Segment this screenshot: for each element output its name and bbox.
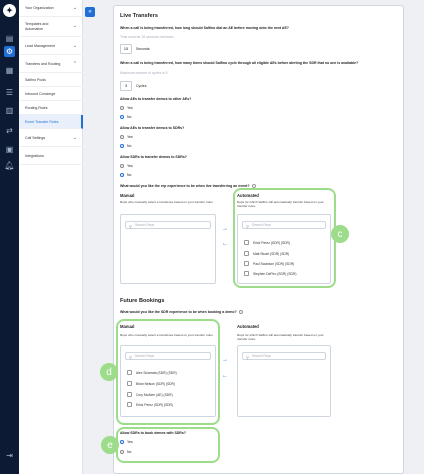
table-icon[interactable]: ▣: [4, 144, 15, 155]
cycle-count-unit: Cycles: [136, 84, 147, 88]
search-placeholder: Search Reps: [252, 354, 272, 358]
sidebar-item-label: Salfino Pools: [25, 77, 46, 82]
sidebar-item-routing-rules[interactable]: Routing Rules: [19, 101, 83, 115]
sidebar-item-salfino-pools[interactable]: Salfino Pools: [19, 73, 83, 87]
settings-sidebar: Your Organization ⌄ Templates and Automa…: [19, 0, 83, 474]
sidebar-item-call-settings[interactable]: Call Settings ⌄: [19, 129, 83, 147]
sidebar-item-event-transfer-rules[interactable]: Event Transfer Rules: [19, 115, 83, 129]
fb-automated-column-title: Automated: [237, 324, 259, 329]
move-left-arrow-icon[interactable]: ←: [222, 241, 228, 247]
radio-circle: [120, 173, 124, 177]
notification-bell-icon[interactable]: 🔔︎: [4, 160, 15, 171]
sidebar-item-label: Lead Management: [25, 43, 55, 48]
ae-to-sdr-yes-radio[interactable]: Yes: [120, 135, 133, 139]
search-icon: ⚲: [129, 223, 132, 229]
callout-badge-d: d: [100, 363, 118, 381]
list-icon[interactable]: ☰: [4, 87, 15, 98]
dial-time-hint: Time must be 15 seconds minimum: [120, 35, 174, 39]
fb-automated-column-desc: Reps for which Salfino will automaticall…: [237, 333, 324, 341]
move-right-arrow-icon[interactable]: →: [222, 226, 228, 232]
highlight-ring-c: [233, 188, 336, 288]
calendar-icon[interactable]: ▦: [4, 65, 15, 76]
callout-badge-e: e: [101, 436, 119, 454]
sidebar-item-your-organization[interactable]: Your Organization ⌄: [19, 0, 83, 17]
sidebar-item-transfers-routing[interactable]: Transfers and Routing ⌃: [19, 55, 83, 73]
logout-icon[interactable]: ⇥: [4, 450, 15, 461]
settings-icon[interactable]: ⚙: [4, 46, 15, 57]
sdr-to-sdr-yes-radio[interactable]: Yes: [120, 164, 133, 168]
sidebar-item-inbound-concierge[interactable]: Inbound Concierge: [19, 87, 83, 101]
chevron-up-icon: ⌃: [72, 60, 77, 67]
sidebar-item-label: Call Settings: [25, 135, 46, 140]
double-arrow-icon: «: [88, 9, 92, 15]
chevron-down-icon: ⌄: [72, 5, 77, 11]
sidebar-item-label: Templates and Automation: [25, 22, 49, 31]
radio-label: Yes: [127, 135, 133, 139]
chevron-down-icon: ⌄: [72, 23, 77, 30]
radio-label: No: [127, 144, 132, 148]
info-icon[interactable]: [238, 310, 243, 315]
radio-label: No: [127, 115, 132, 119]
question-cycle-count: When a call is being transferred, how ma…: [120, 61, 359, 65]
search-icon: ⚲: [246, 354, 249, 360]
radio-label: Yes: [127, 106, 133, 110]
app-logo-icon[interactable]: ✦: [3, 4, 16, 17]
manual-column-desc: Reps who manually select a transferee ba…: [120, 200, 214, 204]
sidebar-item-label: Routing Rules: [25, 105, 48, 110]
sidebar-item-label: Inbound Concierge: [25, 91, 56, 96]
icon-rail: ✦ ▤ ⚙ ▦ ☰ ▥ ⇄ ▣ 🔔︎ ⇥: [0, 0, 19, 474]
question-dial-time: When a call is being transferred, how lo…: [120, 26, 289, 30]
dial-time-unit: Seconds: [136, 47, 150, 51]
ae-to-sdr-no-radio[interactable]: No: [120, 144, 131, 148]
question-ae-to-ae: Allow AEs to transfer demos to other AEs…: [120, 97, 192, 101]
radio-label: Yes: [127, 164, 133, 168]
callout-badge-c: c: [331, 225, 349, 243]
cycle-count-input[interactable]: 3: [120, 81, 132, 91]
question-sdr-experience: What would you like the SDR experience t…: [120, 310, 243, 315]
collapse-sidebar-button[interactable]: «: [85, 7, 95, 17]
cycle-count-hint: Maximum number of cycles is 5: [120, 71, 168, 75]
sidebar-item-label: Your Organization: [25, 6, 54, 10]
fb-move-left-arrow-icon[interactable]: ←: [222, 373, 228, 379]
question-ae-to-sdr: Allow AEs to transfer demos to SDRs?: [120, 126, 185, 130]
question-sdr-to-sdr: Allow SDRs to transfer demos to SDRs?: [120, 155, 187, 159]
highlight-ring-e: [116, 427, 220, 463]
fb-move-right-arrow-icon[interactable]: →: [222, 357, 228, 363]
search-placeholder: Search Reps: [135, 223, 155, 227]
live-transfers-title: Live Transfers: [120, 13, 158, 19]
radio-circle: [120, 115, 124, 119]
transfer-icon[interactable]: ⇄: [4, 125, 15, 136]
future-bookings-title: Future Bookings: [120, 298, 165, 304]
radio-circle: [120, 106, 124, 110]
dial-time-input[interactable]: 15: [120, 44, 132, 54]
ae-to-ae-no-radio[interactable]: No: [120, 115, 131, 119]
sidebar-item-lead-management[interactable]: Lead Management ⌄: [19, 37, 83, 55]
sidebar-item-label: Integrations: [25, 153, 44, 158]
sidebar-item-label: Event Transfer Rules: [25, 119, 59, 124]
question-text: What would you like the SDR experience t…: [120, 310, 237, 314]
book-icon[interactable]: ▥: [4, 105, 15, 116]
sidebar-item-label: Transfers and Routing: [25, 61, 61, 66]
fb-automated-reps-search-input[interactable]: ⚲ Search Reps: [242, 352, 326, 360]
manual-reps-search-input[interactable]: ⚲ Search Reps: [125, 221, 211, 229]
manual-column-title: Manual: [120, 193, 135, 198]
sidebar-item-templates[interactable]: Templates and Automation ⌄: [19, 17, 83, 37]
sidebar-item-integrations[interactable]: Integrations: [19, 147, 83, 165]
highlight-ring-d: [116, 319, 220, 425]
radio-circle: [120, 135, 124, 139]
question-rep-experience: What would you like the rep experience t…: [120, 184, 256, 189]
sdr-to-sdr-no-radio[interactable]: No: [120, 173, 131, 177]
radio-label: No: [127, 173, 132, 177]
radio-circle: [120, 144, 124, 148]
radio-circle: [120, 164, 124, 168]
chart-icon[interactable]: ▤: [4, 33, 15, 44]
ae-to-ae-yes-radio[interactable]: Yes: [120, 106, 133, 110]
chevron-down-icon: ⌄: [72, 42, 77, 49]
question-text: What would you like the rep experience t…: [120, 184, 250, 188]
chevron-down-icon: ⌄: [72, 134, 77, 141]
